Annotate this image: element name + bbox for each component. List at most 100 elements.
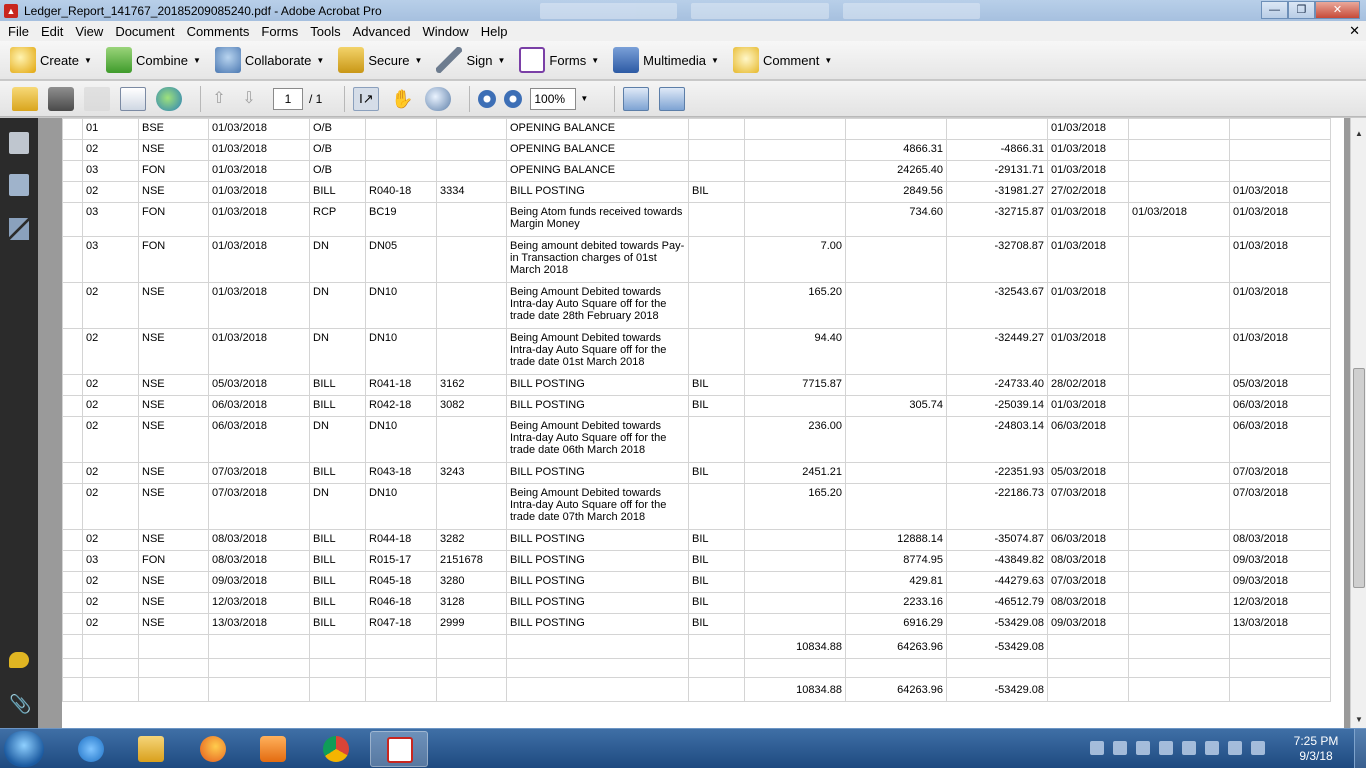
monitor-tray-icon[interactable] bbox=[1182, 741, 1196, 755]
table-cell bbox=[1128, 374, 1230, 396]
attachments-icon[interactable]: 📎 bbox=[9, 694, 31, 716]
close-document-icon[interactable]: ✕ bbox=[1349, 23, 1360, 39]
table-cell bbox=[82, 658, 139, 678]
firefox-taskbar-icon[interactable] bbox=[184, 731, 242, 767]
signatures-icon[interactable] bbox=[9, 218, 29, 240]
app-tray-icon[interactable] bbox=[1228, 741, 1242, 755]
marquee-zoom-icon[interactable] bbox=[425, 86, 452, 111]
next-page-icon[interactable]: ⇩ bbox=[239, 87, 259, 111]
media-player-taskbar-icon[interactable] bbox=[244, 731, 302, 767]
menu-comments[interactable]: Comments bbox=[181, 24, 256, 39]
table-cell bbox=[688, 118, 745, 140]
close-button[interactable]: ✕ bbox=[1315, 1, 1360, 19]
start-button[interactable] bbox=[4, 731, 44, 767]
table-cell bbox=[1128, 592, 1230, 614]
menu-file[interactable]: File bbox=[2, 24, 35, 39]
table-cell: BSE bbox=[138, 118, 209, 140]
fit-width-icon[interactable] bbox=[623, 86, 650, 111]
table-cell: 734.60 bbox=[845, 202, 947, 237]
scroll-up-icon[interactable]: ▲ bbox=[1351, 126, 1366, 142]
menu-forms[interactable]: Forms bbox=[255, 24, 304, 39]
open-folder-icon[interactable] bbox=[12, 86, 38, 111]
table-cell: NSE bbox=[138, 416, 209, 463]
menu-advanced[interactable]: Advanced bbox=[347, 24, 417, 39]
select-tool-icon[interactable]: I↗ bbox=[353, 86, 380, 111]
hand-tool-icon[interactable]: ✋ bbox=[389, 87, 415, 111]
multimedia-button[interactable]: Multimedia ▼ bbox=[613, 47, 719, 73]
chrome-taskbar-icon[interactable] bbox=[307, 731, 365, 767]
table-cell: BILL bbox=[309, 571, 366, 593]
acrobat-taskbar-icon[interactable] bbox=[370, 731, 428, 767]
table-row: 03 FON 01/03/2018 RCP BC19 Being Atom funds r… bbox=[62, 202, 1331, 237]
combine-button[interactable]: Combine ▼ bbox=[105, 47, 201, 73]
zoom-out-icon[interactable] bbox=[478, 89, 497, 108]
table-cell: FON bbox=[138, 160, 209, 182]
table-cell: 07/03/2018 bbox=[208, 462, 310, 484]
forms-button[interactable]: Forms ▼ bbox=[519, 47, 599, 73]
previous-page-icon[interactable]: ⇧ bbox=[209, 87, 229, 111]
scrollbar-thumb[interactable] bbox=[1353, 368, 1365, 588]
show-desktop-button[interactable] bbox=[1354, 729, 1366, 768]
restore-button[interactable]: ❐ bbox=[1288, 1, 1315, 19]
secure-button[interactable]: Secure ▼ bbox=[338, 47, 422, 73]
comment-button[interactable]: Comment ▼ bbox=[732, 47, 832, 73]
pen-tray-icon[interactable] bbox=[1251, 741, 1265, 755]
vertical-scrollbar[interactable]: ▲ ▼ bbox=[1350, 118, 1366, 728]
table-cell: 01/03/2018 bbox=[208, 282, 310, 329]
display-tray-icon[interactable] bbox=[1136, 741, 1150, 755]
pages-icon[interactable] bbox=[9, 132, 29, 154]
fit-page-icon[interactable] bbox=[659, 86, 686, 111]
sync-tray-icon[interactable] bbox=[1113, 741, 1127, 755]
flag-tray-icon[interactable] bbox=[1205, 741, 1219, 755]
create-button[interactable]: Create ▼ bbox=[10, 47, 92, 73]
save-icon[interactable] bbox=[84, 86, 110, 111]
print-icon[interactable] bbox=[48, 86, 74, 111]
table-cell bbox=[946, 658, 1048, 678]
network-tray-icon[interactable] bbox=[1090, 741, 1104, 755]
table-cell: 3082 bbox=[436, 395, 507, 417]
comments-icon[interactable] bbox=[9, 652, 29, 668]
menu-document[interactable]: Document bbox=[109, 24, 180, 39]
table-cell: BILL POSTING bbox=[506, 550, 689, 572]
web-globe-icon[interactable] bbox=[156, 86, 182, 111]
system-clock[interactable]: 7:25 PM 9/3/18 bbox=[1290, 734, 1342, 764]
menu-edit[interactable]: Edit bbox=[35, 24, 69, 39]
file-explorer-taskbar-icon[interactable] bbox=[122, 731, 180, 767]
page-number-input[interactable]: 1 bbox=[273, 87, 303, 110]
collaborate-button[interactable]: Collaborate ▼ bbox=[214, 47, 324, 73]
bookmarks-icon[interactable] bbox=[9, 174, 29, 196]
table-cell: R047-18 bbox=[365, 613, 437, 635]
table-cell: -4866.31 bbox=[946, 139, 1048, 161]
menu-view[interactable]: View bbox=[69, 24, 109, 39]
table-cell: -35074.87 bbox=[946, 529, 1048, 551]
scroll-down-icon[interactable]: ▼ bbox=[1351, 712, 1366, 728]
table-cell: R045-18 bbox=[365, 571, 437, 593]
table-cell bbox=[688, 677, 745, 702]
table-cell: BIL bbox=[688, 571, 745, 593]
table-cell: NSE bbox=[138, 282, 209, 329]
table-cell: Being Atom funds received towards Margin… bbox=[506, 202, 689, 237]
volume-tray-icon[interactable] bbox=[1159, 741, 1173, 755]
table-cell: Being amount debited towards Pay-in Tran… bbox=[506, 236, 689, 283]
table-cell: O/B bbox=[309, 118, 366, 140]
table-cell bbox=[365, 677, 437, 702]
zoom-level-input[interactable]: 100% bbox=[530, 87, 577, 110]
table-cell: 03 bbox=[82, 160, 139, 182]
zoom-dropdown-icon[interactable]: ▼ bbox=[580, 94, 588, 103]
email-icon[interactable] bbox=[120, 86, 146, 111]
table-cell bbox=[1229, 658, 1331, 678]
internet-explorer-taskbar-icon[interactable] bbox=[62, 731, 120, 767]
menu-tools[interactable]: Tools bbox=[304, 24, 346, 39]
tasks-toolbar: Create ▼ Combine ▼ Collaborate ▼ Secure ▼ Si… bbox=[0, 41, 1366, 80]
table-cell: 01/03/2018 bbox=[1047, 328, 1129, 375]
zoom-in-icon[interactable] bbox=[504, 89, 523, 108]
table-cell bbox=[1128, 118, 1230, 140]
menu-window[interactable]: Window bbox=[416, 24, 474, 39]
table-cell: 08/03/2018 bbox=[208, 550, 310, 572]
document-viewport[interactable]: 01 BSE 01/03/2018 O/B OPENING BALANCE 01/03/2… bbox=[38, 118, 1350, 728]
minimize-button[interactable]: — bbox=[1261, 1, 1288, 19]
table-cell: 01/03/2018 bbox=[1229, 181, 1331, 203]
sign-button[interactable]: Sign ▼ bbox=[436, 47, 505, 73]
table-cell-gutter bbox=[62, 118, 83, 140]
menu-help[interactable]: Help bbox=[475, 24, 514, 39]
